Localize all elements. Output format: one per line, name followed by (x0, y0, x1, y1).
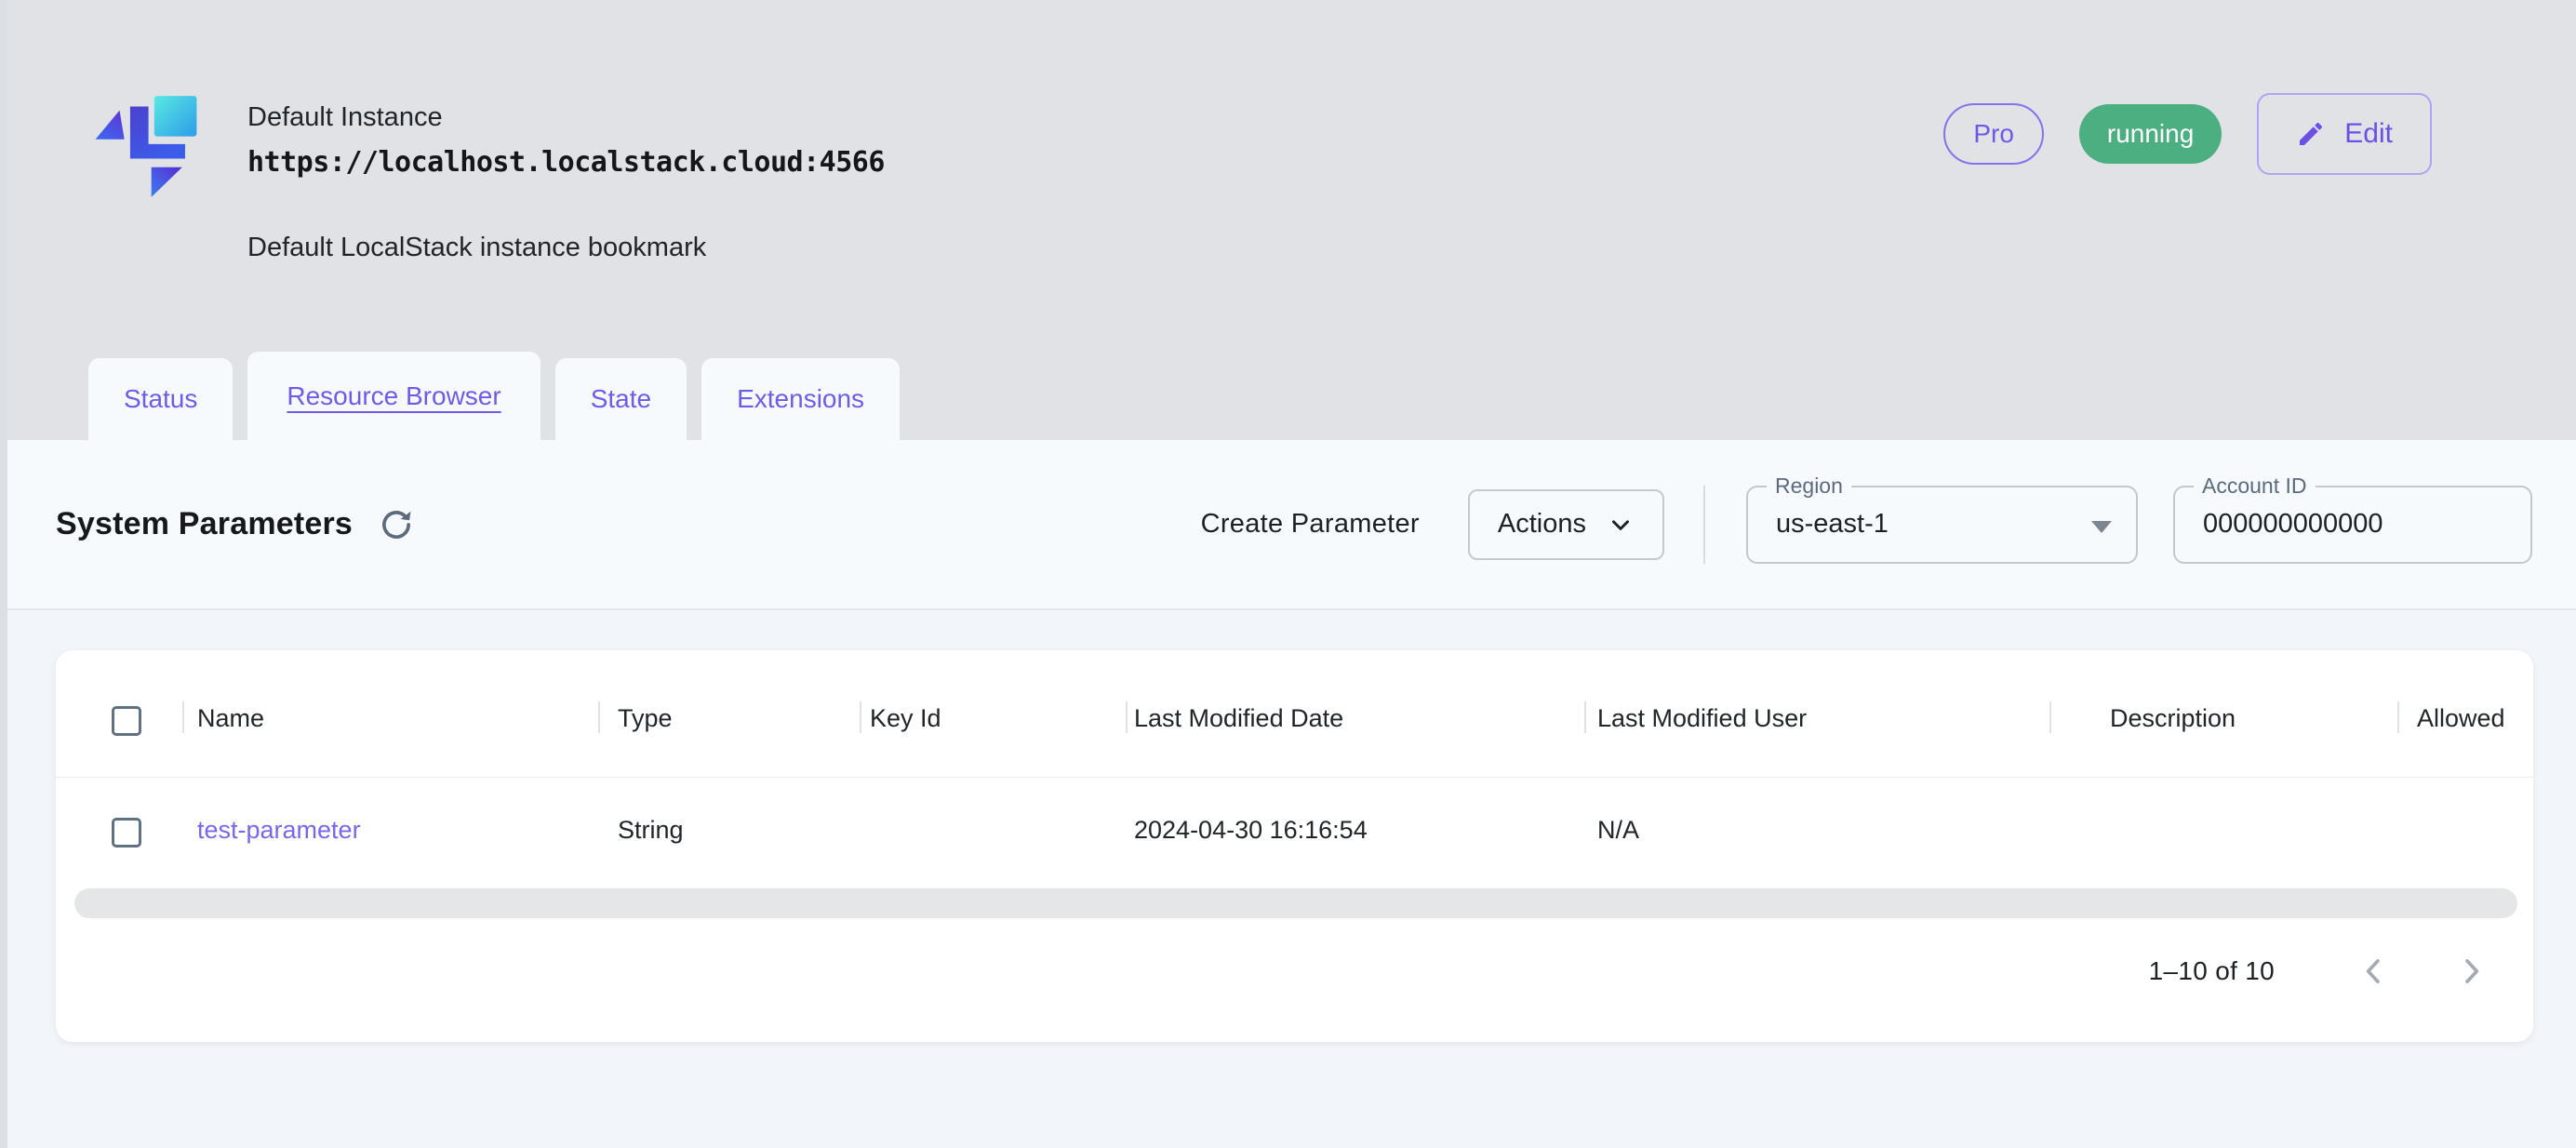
column-separator (2397, 701, 2399, 733)
parameter-last-modified-user-cell: N/A (1597, 816, 1639, 845)
column-header-key-id: Key Id (870, 704, 941, 733)
plan-badge: Pro (1943, 103, 2044, 165)
column-separator (860, 701, 861, 733)
tab-state[interactable]: State (555, 358, 687, 440)
plan-badge-label: Pro (1973, 119, 2014, 149)
chevron-left-icon (2356, 954, 2392, 989)
parameter-last-modified-date-cell: 2024-04-30 16:16:54 (1134, 816, 1368, 845)
account-id-input[interactable] (2175, 509, 2495, 540)
chevron-right-icon (2453, 954, 2489, 989)
edit-button-label: Edit (2344, 118, 2393, 150)
account-id-label: Account ID (2194, 474, 2316, 499)
window-edge-strip (0, 0, 7, 1148)
instance-subtitle: Default LocalStack instance bookmark (247, 233, 885, 263)
instance-url: https://localhost.localstack.cloud:4566 (247, 146, 885, 179)
column-header-name: Name (197, 704, 264, 733)
region-select-value: us-east-1 (1748, 509, 1889, 540)
actions-button-label: Actions (1498, 509, 1586, 540)
tab-extensions[interactable]: Extensions (701, 358, 900, 440)
instance-title: Default Instance (247, 102, 885, 133)
pencil-icon (2296, 119, 2326, 149)
edit-button[interactable]: Edit (2257, 93, 2432, 175)
column-separator (598, 701, 600, 733)
column-header-last-modified-date: Last Modified Date (1134, 704, 1343, 733)
region-select[interactable]: Region us-east-1 (1746, 486, 2138, 564)
actions-button[interactable]: Actions (1468, 489, 1664, 560)
column-separator (182, 701, 184, 733)
horizontal-scrollbar[interactable] (74, 888, 2517, 918)
status-badge: running (2079, 104, 2222, 164)
parameter-name-link[interactable]: test-parameter (197, 816, 361, 845)
content-area: System Parameters Create Parameter Actio… (7, 440, 2576, 1148)
table-header-divider (56, 777, 2533, 778)
create-parameter-button[interactable]: Create Parameter (1201, 509, 1420, 540)
tab-bar: Status Resource Browser State Extensions (88, 352, 900, 440)
tab-resource-browser[interactable]: Resource Browser (247, 352, 540, 440)
dropdown-arrow-icon (2091, 521, 2112, 533)
account-id-field-wrap: Account ID (2173, 486, 2532, 564)
region-select-label: Region (1767, 474, 1851, 499)
resource-toolbar: System Parameters Create Parameter Actio… (7, 440, 2576, 610)
tab-status[interactable]: Status (88, 358, 233, 440)
pagination: 1–10 of 10 (2149, 939, 2489, 1004)
pagination-range-label: 1–10 of 10 (2149, 956, 2275, 986)
refresh-icon (377, 505, 416, 544)
column-separator (1584, 701, 1586, 733)
previous-page-button[interactable] (2356, 954, 2392, 989)
instance-header: Default Instance https://localhost.local… (7, 0, 2576, 440)
toolbar-divider (1703, 486, 1705, 564)
column-separator (1126, 701, 1128, 733)
column-header-allowed: Allowed (2417, 704, 2505, 733)
localstack-logo-icon (95, 93, 197, 199)
status-badge-label: running (2107, 119, 2194, 149)
select-all-checkbox[interactable] (112, 706, 141, 736)
next-page-button[interactable] (2453, 954, 2489, 989)
parameter-type-cell: String (618, 816, 684, 845)
row-checkbox[interactable] (112, 818, 141, 848)
page-title: System Parameters (56, 506, 353, 542)
column-header-last-modified-user: Last Modified User (1597, 704, 1807, 733)
badge-row: Pro running Edit (1943, 92, 2432, 176)
refresh-button[interactable] (377, 505, 416, 544)
column-header-description: Description (2110, 704, 2236, 733)
column-separator (2049, 701, 2051, 733)
parameters-table-card: Name Type Key Id Last Modified Date Last… (56, 650, 2533, 1042)
chevron-down-icon (1607, 511, 1635, 539)
column-header-type: Type (618, 704, 673, 733)
